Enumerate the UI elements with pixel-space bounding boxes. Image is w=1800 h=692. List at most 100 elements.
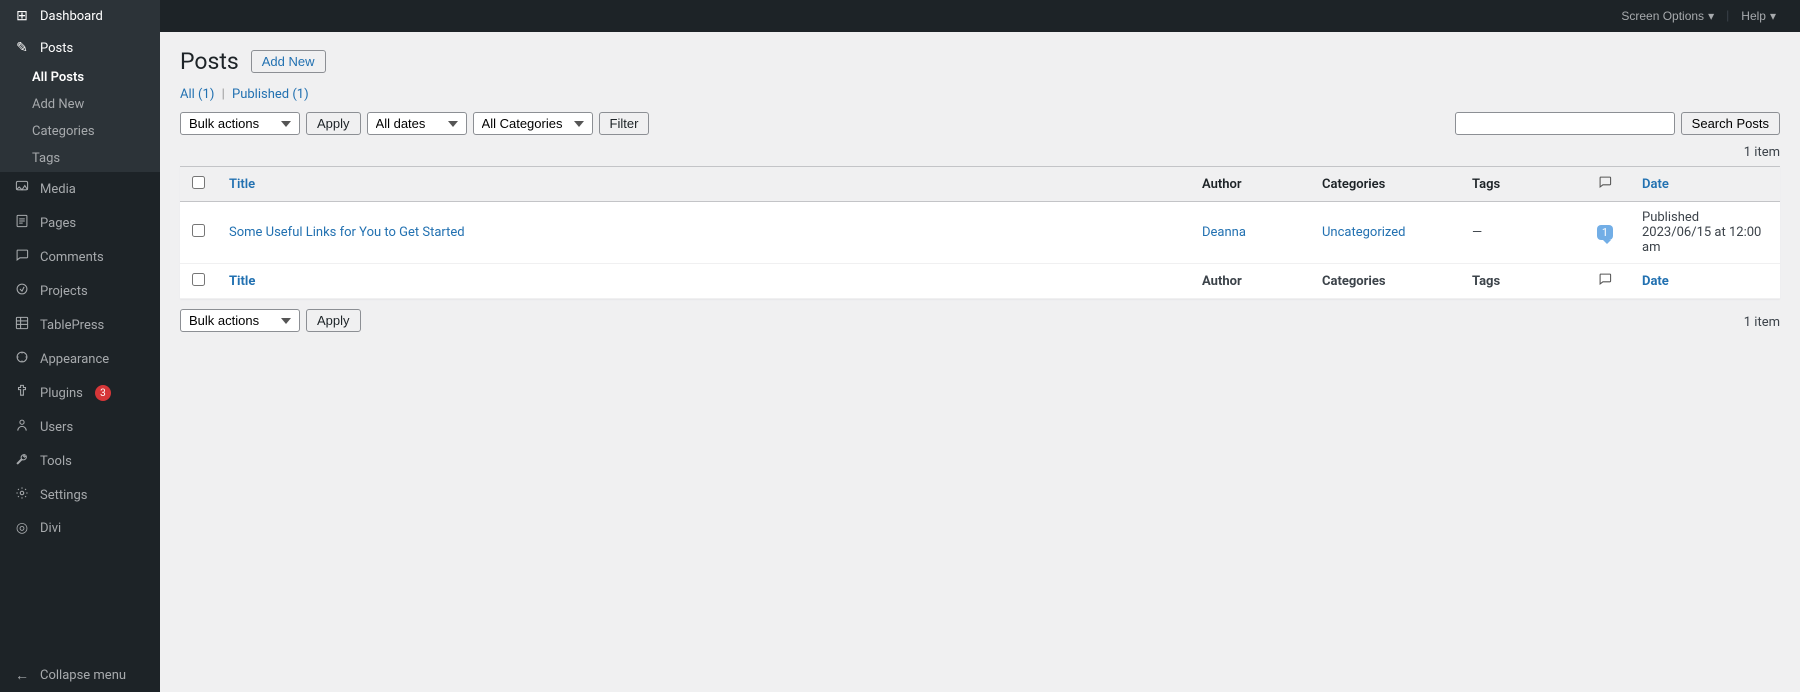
collapse-label: Collapse menu [40,668,126,683]
page-title: Posts [180,48,239,75]
post-status: Published [1642,210,1699,225]
sidebar-item-label: Media [40,182,76,197]
categories-label: Categories [32,124,95,139]
all-dates-select[interactable]: All dates [367,112,467,135]
bulk-actions-select-bottom[interactable]: Bulk actions [180,309,300,332]
sidebar-item-tablepress[interactable]: TablePress [0,308,160,342]
sidebar-item-label: Comments [40,250,104,265]
sidebar-item-label: Users [40,420,73,435]
col-header-date[interactable]: Date [1630,167,1780,202]
filter-button[interactable]: Filter [599,112,650,135]
sidebar-item-plugins[interactable]: Plugins 3 [0,376,160,410]
sidebar-item-pages[interactable]: Pages [0,206,160,240]
help-button[interactable]: Help ▾ [1733,5,1784,27]
posts-submenu: All Posts Add New Categories Tags [0,64,160,172]
toolbar-top: Bulk actions Apply All dates All Categor… [180,112,1780,135]
posts-table: Title Author Categories Tags [180,166,1780,299]
row-checkbox-cell[interactable] [180,202,217,264]
apply-button-top[interactable]: Apply [306,112,361,135]
add-new-label: Add New [32,97,84,112]
comments-icon [12,248,32,266]
search-posts-button[interactable]: Search Posts [1681,112,1780,135]
filter-links: All (1) | Published (1) [180,87,1780,102]
users-icon [12,418,32,436]
sidebar-item-projects[interactable]: Projects [0,274,160,308]
collapse-icon: ← [12,667,32,684]
post-date-cell: Published 2023/06/15 at 12:00 am [1630,202,1780,264]
row-checkbox[interactable] [192,224,205,237]
post-categories-cell: Uncategorized [1310,202,1460,264]
table-header-row: Title Author Categories Tags [180,167,1780,202]
topbar-divider: | [1726,9,1729,24]
filter-published-link[interactable]: Published (1) [232,87,309,102]
sidebar-item-posts[interactable]: ✎ Posts [0,32,160,64]
sidebar-item-dashboard[interactable]: ⊞ Dashboard [0,0,160,32]
screen-options-label: Screen Options [1621,9,1704,23]
col-footer-title[interactable]: Title [217,264,1190,299]
dashboard-icon: ⊞ [12,8,32,24]
plugins-badge: 3 [95,385,111,401]
select-all-checkbox-footer[interactable] [180,264,217,299]
topbar: Screen Options ▾ | Help ▾ [160,0,1800,32]
bulk-actions-select-top[interactable]: Bulk actions [180,112,300,135]
sidebar-item-add-new[interactable]: Add New [0,91,160,118]
post-category-link[interactable]: Uncategorized [1322,225,1405,240]
sidebar-item-settings[interactable]: Settings [0,478,160,512]
tools-icon [12,452,32,470]
help-chevron-icon: ▾ [1770,9,1776,23]
apply-button-bottom[interactable]: Apply [306,309,361,332]
divi-icon: ◎ [12,520,32,536]
sidebar-item-categories[interactable]: Categories [0,118,160,145]
sidebar-collapse[interactable]: ← Collapse menu [0,659,160,692]
post-title-link[interactable]: Some Useful Links for You to Get Started [229,225,465,240]
all-categories-select[interactable]: All Categories [473,112,593,135]
col-footer-comments [1580,264,1630,299]
table-row: Some Useful Links for You to Get Started… [180,202,1780,264]
comment-count-badge[interactable]: 1 [1597,225,1613,240]
all-posts-label: All Posts [32,70,84,85]
bottom-bar: Bulk actions Apply 1 item [180,309,1780,342]
sidebar-item-label: Plugins [40,386,83,401]
select-all-checkbox[interactable] [192,176,205,189]
col-header-categories: Categories [1310,167,1460,202]
sidebar-item-users[interactable]: Users [0,410,160,444]
settings-icon [12,486,32,504]
col-footer-categories: Categories [1310,264,1460,299]
add-new-button[interactable]: Add New [251,50,326,73]
sidebar-item-tags[interactable]: Tags [0,145,160,172]
sidebar-item-label: Tools [40,454,72,469]
post-comments-cell: 1 [1580,202,1630,264]
content-area: Posts Add New All (1) | Published (1) Bu… [160,32,1800,692]
post-tags-cell: — [1460,202,1580,264]
sidebar-item-label: Appearance [40,352,109,367]
col-footer-tags: Tags [1460,264,1580,299]
post-author-link[interactable]: Deanna [1202,225,1246,240]
sidebar-item-divi[interactable]: ◎ Divi [0,512,160,544]
col-header-title[interactable]: Title [217,167,1190,202]
search-input[interactable] [1455,112,1675,135]
sidebar-item-appearance[interactable]: Appearance [0,342,160,376]
search-area: Search Posts [1455,112,1780,135]
sidebar-item-tools[interactable]: Tools [0,444,160,478]
item-count-top: 1 item [180,145,1780,160]
col-header-tags: Tags [1460,167,1580,202]
select-all-checkbox-header[interactable] [180,167,217,202]
screen-options-button[interactable]: Screen Options ▾ [1613,5,1722,27]
col-header-comments [1580,167,1630,202]
sidebar: ⊞ Dashboard ✎ Posts All Posts Add New Ca… [0,0,160,692]
sidebar-item-media[interactable]: Media [0,172,160,206]
sidebar-item-all-posts[interactable]: All Posts [0,64,160,91]
col-footer-date[interactable]: Date [1630,264,1780,299]
col-header-author: Author [1190,167,1310,202]
select-all-checkbox-bottom[interactable] [192,273,205,286]
projects-icon [12,282,32,300]
appearance-icon [12,350,32,368]
table-footer-row: Title Author Categories Tags [180,264,1780,299]
sidebar-item-label: Pages [40,216,76,231]
filter-all-link[interactable]: All (1) [180,87,218,102]
sidebar-item-label: Settings [40,488,87,503]
tablepress-icon [12,316,32,334]
plugins-icon [12,384,32,402]
sidebar-item-comments[interactable]: Comments [0,240,160,274]
pages-icon [12,214,32,232]
